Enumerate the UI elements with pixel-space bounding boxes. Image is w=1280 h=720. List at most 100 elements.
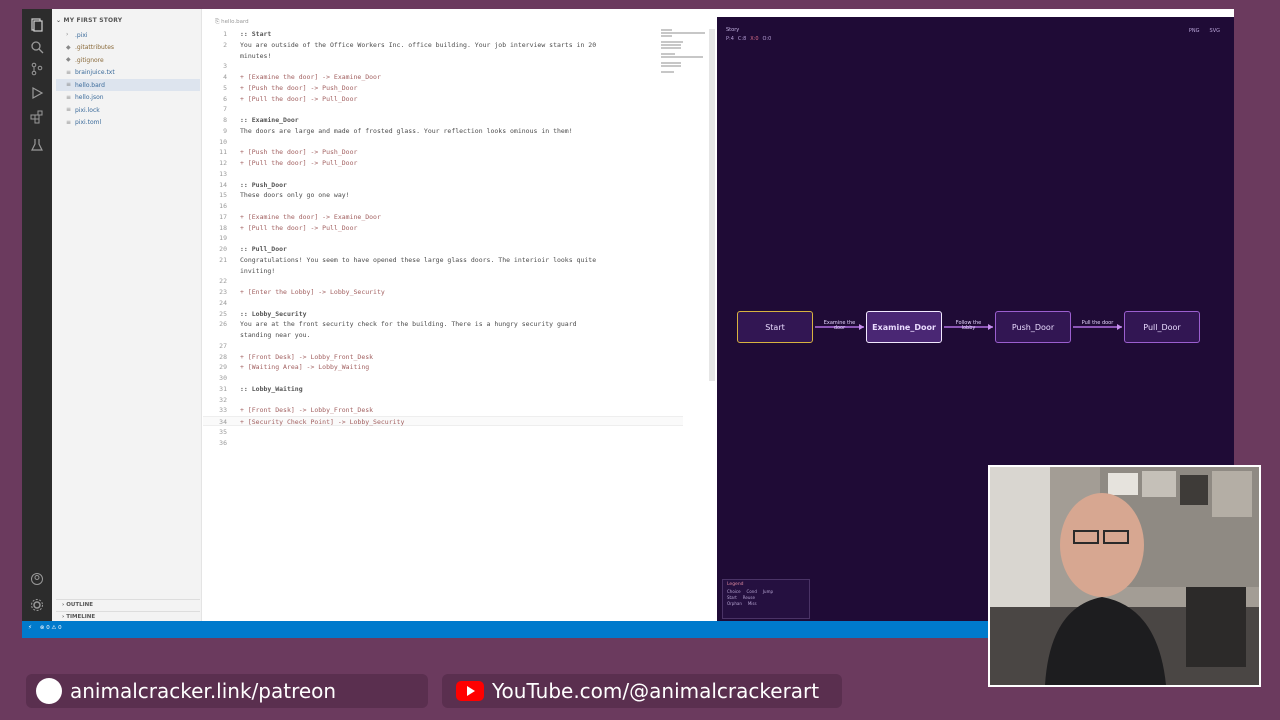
code-line[interactable]: 17 + [Examine the door] -> Examine_Door: [203, 212, 683, 222]
code-line[interactable]: 2 You are outside of the Office Workers I…: [203, 40, 683, 50]
code-line[interactable]: 16: [203, 201, 683, 211]
line-number: 36: [219, 438, 227, 447]
code-line[interactable]: 5 + [Push the door] -> Push_Door: [203, 83, 683, 93]
minimap[interactable]: [661, 29, 705, 75]
code-line[interactable]: 22: [203, 276, 683, 286]
file-item[interactable]: ◆ .gitignore: [56, 54, 200, 66]
code-line[interactable]: 14:: Push_Door: [203, 180, 683, 190]
file-item[interactable]: ◆ .gitattributes: [56, 42, 200, 54]
code-line[interactable]: 6 + [Pull the door] -> Pull_Door: [203, 94, 683, 104]
line-text: These doors only go one way!: [240, 191, 350, 200]
file-icon: ◆: [66, 56, 71, 63]
explorer-header[interactable]: ⌄ MY FIRST STORY: [56, 17, 122, 24]
line-number: 14: [219, 180, 227, 189]
code-line[interactable]: 36: [203, 438, 683, 448]
code-line[interactable]: 18 + [Pull the door] -> Pull_Door: [203, 223, 683, 233]
story-node[interactable]: Examine_Door: [866, 311, 942, 343]
line-number: 15: [219, 191, 227, 200]
settings-gear-icon[interactable]: [29, 597, 45, 613]
code-line[interactable]: 1:: Start: [203, 29, 683, 39]
code-line[interactable]: 23 + [Enter the Lobby] -> Lobby_Security: [203, 287, 683, 297]
chevron-down-icon: ⌄: [56, 17, 64, 24]
code-line[interactable]: 15 These doors only go one way!: [203, 190, 683, 200]
code-line[interactable]: 7: [203, 104, 683, 114]
line-number: 10: [219, 137, 227, 146]
code-line[interactable]: 13: [203, 169, 683, 179]
timeline-section[interactable]: › TIMELINE: [56, 611, 200, 620]
code-line[interactable]: 20:: Pull_Door: [203, 244, 683, 254]
code-line[interactable]: 24: [203, 298, 683, 308]
code-line[interactable]: 3: [203, 61, 683, 71]
code-line[interactable]: 21 Congratulations! You seem to have open…: [203, 255, 683, 265]
legend-start: Start: [727, 595, 737, 600]
account-icon[interactable]: [29, 571, 45, 587]
code-line[interactable]: minutes!: [203, 51, 683, 61]
code-line[interactable]: 27: [203, 341, 683, 351]
code-line[interactable]: 28 + [Front Desk] -> Lobby_Front_Desk: [203, 352, 683, 362]
youtube-link[interactable]: YouTube.com/@animalcrackerart: [492, 679, 819, 703]
edge-arrowhead: [859, 324, 864, 330]
line-text: :: Lobby_Security: [240, 309, 307, 318]
remote-indicator[interactable]: ⚡: [28, 625, 32, 631]
minimap-line: [661, 29, 673, 31]
line-number: 17: [219, 212, 227, 221]
code-line[interactable]: standing near you.: [203, 330, 683, 340]
patreon-link[interactable]: animalcracker.link/patreon: [70, 679, 336, 703]
code-line[interactable]: 34 + [Security Check Point] -> Lobby_Secu…: [203, 416, 683, 426]
file-name: .pixi: [75, 31, 88, 39]
code-line[interactable]: 4 + [Examine the door] -> Examine_Door: [203, 72, 683, 82]
code-line[interactable]: 8:: Examine_Door: [203, 115, 683, 125]
breadcrumb[interactable]: ⎘ hello.bard: [215, 19, 249, 26]
file-item[interactable]: ≡ hello.json: [56, 92, 200, 104]
code-line[interactable]: 12 + [Pull the door] -> Pull_Door: [203, 158, 683, 168]
story-node[interactable]: Start: [737, 311, 813, 343]
code-line[interactable]: 25:: Lobby_Security: [203, 309, 683, 319]
line-text: + [Pull the door] -> Pull_Door: [240, 159, 358, 167]
file-item[interactable]: › .pixi: [56, 29, 200, 41]
file-icon: ≡: [66, 93, 72, 101]
code-line[interactable]: 19: [203, 233, 683, 243]
line-number: 31: [219, 384, 227, 393]
code-line[interactable]: 32: [203, 395, 683, 405]
code-line[interactable]: 35: [203, 427, 683, 437]
line-number: 26: [219, 320, 227, 329]
legend-orphan: Orphan: [727, 601, 742, 606]
line-number: 3: [223, 62, 227, 71]
extensions-icon[interactable]: [29, 109, 45, 125]
line-number: 11: [219, 148, 227, 157]
story-node[interactable]: Pull_Door: [1124, 311, 1200, 343]
code-line[interactable]: 29 + [Waiting Area] -> Lobby_Waiting: [203, 362, 683, 372]
outline-label: OUTLINE: [66, 602, 93, 608]
patreon-banner[interactable]: animalcracker.link/patreon: [26, 674, 428, 708]
problems-indicator[interactable]: ⊗ 0 ⚠ 0: [40, 625, 62, 631]
file-item[interactable]: ≡ pixi.toml: [56, 117, 200, 129]
testing-icon[interactable]: [29, 137, 45, 153]
run-debug-icon[interactable]: [29, 85, 45, 101]
code-line[interactable]: 26 You are at the front security check fo…: [203, 319, 683, 329]
code-editor[interactable]: ⎘ hello.bard 1:: Start 2 You are outside o…: [203, 9, 717, 621]
line-text: :: Push_Door: [240, 180, 287, 189]
file-item[interactable]: ≡ brainjuice.txt: [56, 67, 200, 79]
code-line[interactable]: inviting!: [203, 266, 683, 276]
code-line[interactable]: 33 + [Front Desk] -> Lobby_Front_Desk: [203, 405, 683, 415]
youtube-banner[interactable]: YouTube.com/@animalcrackerart: [442, 674, 842, 708]
code-line[interactable]: 9 The doors are large and made of frosted…: [203, 126, 683, 136]
line-text: + [Pull the door] -> Pull_Door: [240, 223, 358, 232]
file-item[interactable]: ≡ hello.bard: [56, 79, 200, 91]
legend-reuse: Reuse: [742, 595, 755, 600]
code-line[interactable]: 10: [203, 137, 683, 147]
minimap-line: [661, 56, 703, 58]
outline-section[interactable]: › OUTLINE: [56, 599, 200, 608]
source-control-icon[interactable]: [29, 61, 45, 77]
file-item[interactable]: ≡ pixi.lock: [56, 104, 200, 116]
file-icon: ◆: [66, 43, 71, 51]
story-node[interactable]: Push_Door: [995, 311, 1071, 343]
file-name: hello.bard: [75, 81, 105, 89]
code-line[interactable]: 11 + [Push the door] -> Push_Door: [203, 147, 683, 157]
code-line[interactable]: 31:: Lobby_Waiting: [203, 384, 683, 394]
edge-label: Follow the lobby: [955, 320, 982, 331]
search-icon[interactable]: [29, 39, 45, 55]
explorer-icon[interactable]: [29, 17, 45, 33]
editor-scrollbar[interactable]: [709, 29, 715, 381]
code-line[interactable]: 30: [203, 373, 683, 383]
